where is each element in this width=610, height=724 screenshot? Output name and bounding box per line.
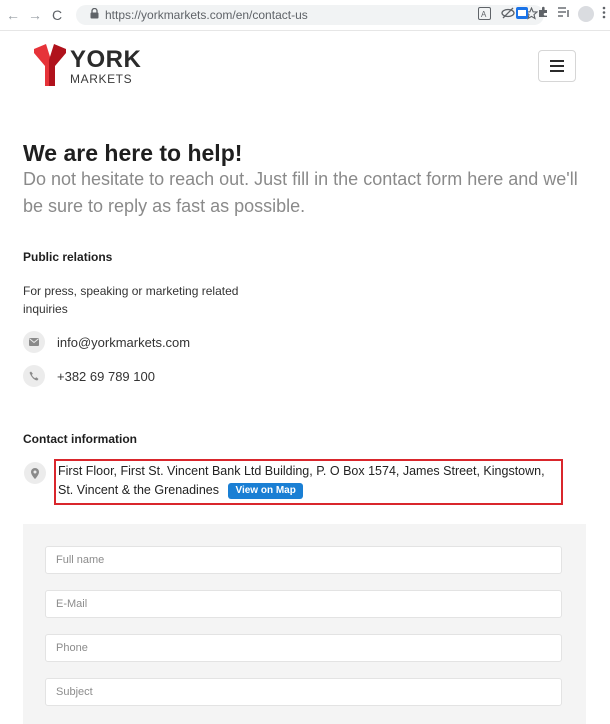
email-input[interactable] — [45, 590, 562, 618]
url-text: https://yorkmarkets.com/en/contact-us — [105, 8, 308, 22]
phone-link[interactable]: +382 69 789 100 — [57, 369, 155, 384]
more-menu-icon[interactable] — [602, 6, 606, 23]
logo-wordmark: YORK — [70, 46, 142, 73]
back-icon[interactable]: ← — [4, 7, 22, 23]
eye-off-icon[interactable] — [501, 7, 515, 23]
contact-form — [23, 524, 586, 724]
lock-icon — [90, 7, 99, 22]
phone-contact-row[interactable]: +382 69 789 100 — [23, 364, 155, 388]
reading-list-icon[interactable] — [557, 6, 570, 23]
public-relations-heading: Public relations — [23, 250, 113, 264]
email-link[interactable]: info@yorkmarkets.com — [57, 335, 190, 350]
profile-avatar-icon[interactable] — [578, 6, 594, 22]
page-title: We are here to help! — [23, 140, 243, 166]
full-name-input[interactable] — [45, 546, 562, 574]
hamburger-icon — [550, 60, 564, 72]
location-pin-icon — [24, 462, 46, 484]
phone-input[interactable] — [45, 634, 562, 662]
address-bar[interactable]: https://yorkmarkets.com/en/contact-us A — [76, 5, 544, 25]
browser-toolbar: ← → C https://yorkmarkets.com/en/contact… — [0, 0, 610, 31]
address-highlight-box — [54, 459, 563, 505]
subject-input[interactable] — [45, 678, 562, 706]
public-relations-description: For press, speaking or marketing related… — [23, 284, 239, 316]
svg-text:A: A — [481, 10, 487, 19]
translate-icon[interactable]: A — [478, 7, 491, 23]
envelope-icon — [23, 331, 45, 353]
extension-cast-icon[interactable] — [515, 6, 529, 23]
extensions-puzzle-icon[interactable] — [537, 6, 549, 23]
phone-icon — [23, 365, 45, 387]
email-contact-row[interactable]: info@yorkmarkets.com — [23, 330, 190, 354]
reload-icon[interactable]: C — [48, 7, 66, 23]
page-subtitle: Do not hesitate to reach out. Just fill … — [23, 169, 578, 216]
contact-information-heading: Contact information — [23, 432, 137, 446]
menu-toggle-button[interactable] — [538, 50, 576, 82]
forward-icon[interactable]: → — [26, 7, 44, 23]
site-logo[interactable]: YORK MARKETS — [34, 44, 144, 86]
logo-subtitle: MARKETS — [70, 72, 133, 86]
york-logo-icon — [34, 44, 66, 86]
